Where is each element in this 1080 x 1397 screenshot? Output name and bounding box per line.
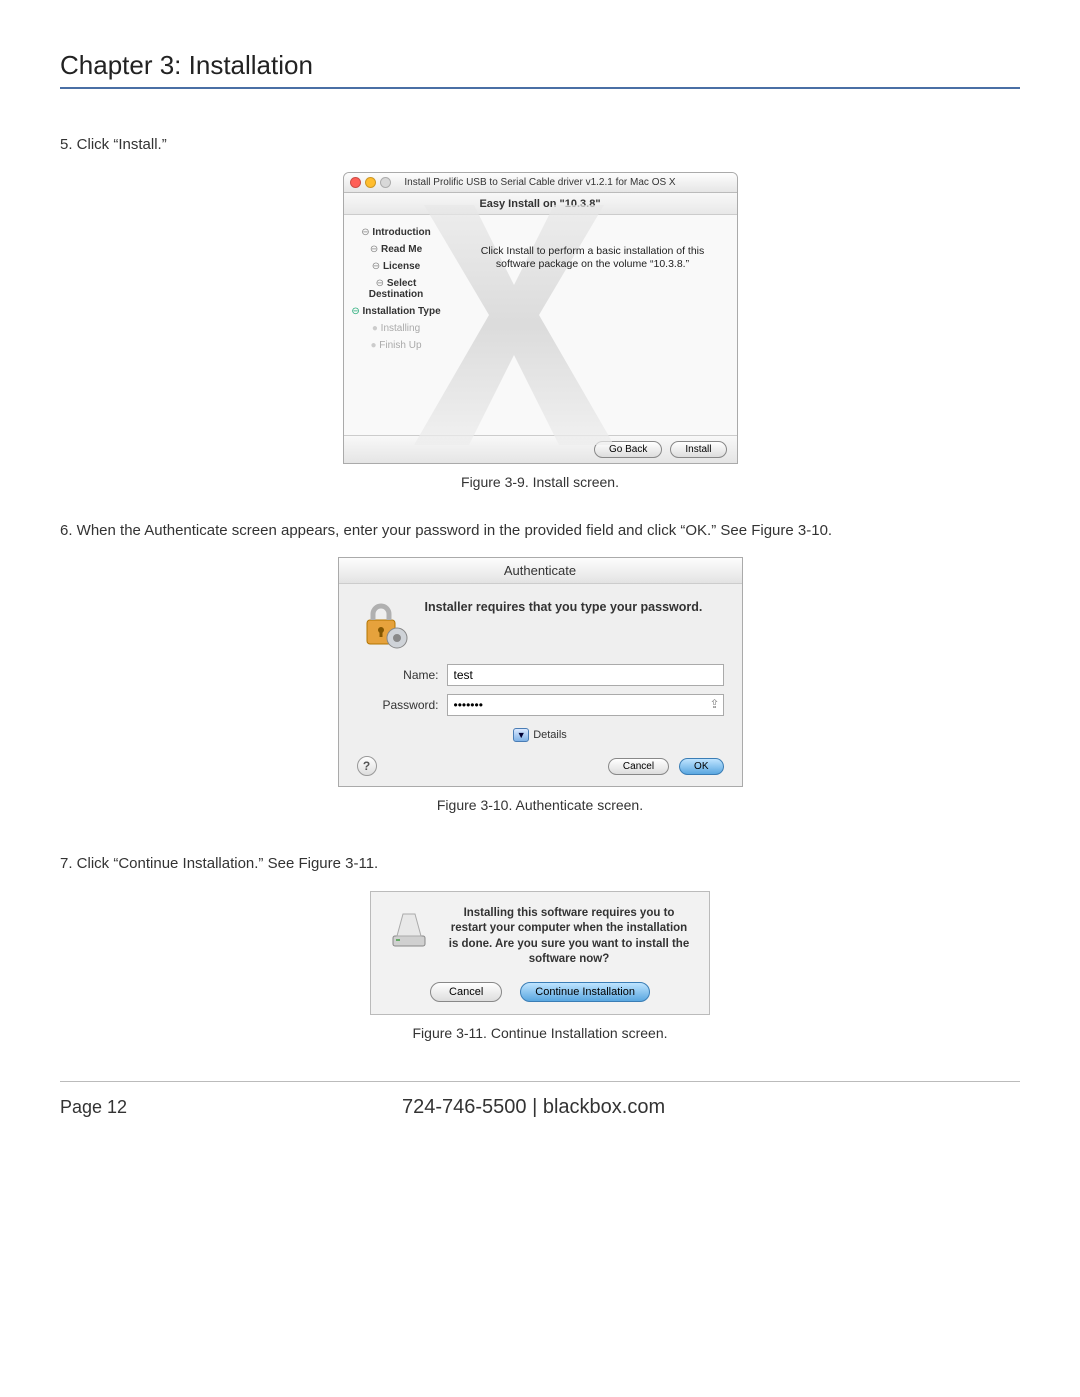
cancel-button[interactable]: Cancel <box>608 758 669 775</box>
step-introduction: Introduction <box>350 227 443 238</box>
page-number: Page 12 <box>60 1097 127 1118</box>
window-title: Install Prolific USB to Serial Cable dri… <box>350 177 731 188</box>
figure-3-10: Authenticate Installer requires that you… <box>60 557 1020 813</box>
continue-installation-message: Installing this software requires you to… <box>445 906 693 968</box>
footer-separator: | <box>527 1096 543 1118</box>
cancel-button[interactable]: Cancel <box>430 982 502 1002</box>
install-button[interactable]: Install <box>670 441 726 458</box>
window-titlebar: Install Prolific USB to Serial Cable dri… <box>344 173 737 193</box>
password-field[interactable] <box>447 694 724 716</box>
instruction-step-7: 7. Click “Continue Installation.” See Fi… <box>60 853 1020 876</box>
continue-installation-dialog: Installing this software requires you to… <box>370 891 710 1015</box>
figure-3-9: Install Prolific USB to Serial Cable dri… <box>60 172 1020 490</box>
authenticate-prompt: Installer requires that you type your pa… <box>425 600 703 614</box>
details-label: Details <box>533 729 567 741</box>
figure-3-11: Installing this software requires you to… <box>60 891 1020 1041</box>
ok-button[interactable]: OK <box>679 758 723 775</box>
step-installing: Installing <box>350 323 443 334</box>
details-toggle[interactable]: ▼ Details <box>513 728 567 742</box>
close-icon[interactable] <box>350 177 361 188</box>
caps-lock-icon: ⇪ <box>709 697 719 711</box>
chapter-title: Chapter 3: Installation <box>60 50 1020 89</box>
authenticate-dialog: Authenticate Installer requires that you… <box>338 557 743 787</box>
footer-phone: 724-746-5500 <box>402 1096 527 1118</box>
lock-icon <box>357 598 409 650</box>
step-license: License <box>350 261 443 272</box>
figure-3-11-caption: Figure 3-11. Continue Installation scree… <box>60 1025 1020 1041</box>
footer-website: blackbox.com <box>543 1096 665 1118</box>
install-window: Install Prolific USB to Serial Cable dri… <box>343 172 738 464</box>
install-steps-sidebar: Introduction Read Me License Select Dest… <box>344 215 449 435</box>
figure-3-10-caption: Figure 3-10. Authenticate screen. <box>60 797 1020 813</box>
name-field[interactable] <box>447 664 724 686</box>
minimize-icon[interactable] <box>365 177 376 188</box>
footer-rule <box>60 1081 1020 1082</box>
authenticate-title: Authenticate <box>339 558 742 584</box>
instruction-step-6: 6. When the Authenticate screen appears,… <box>60 520 1020 543</box>
page-footer: Page 12 724-746-5500 | blackbox.com <box>60 1096 1020 1119</box>
figure-3-9-caption: Figure 3-9. Install screen. <box>60 474 1020 490</box>
instruction-step-5: 5. Click “Install.” <box>60 134 1020 157</box>
zoom-icon[interactable] <box>380 177 391 188</box>
password-label: Password: <box>357 698 447 712</box>
disk-icon <box>387 906 431 950</box>
help-button[interactable]: ? <box>357 756 377 776</box>
step-installation-type: Installation Type <box>350 306 443 317</box>
disclosure-triangle-icon: ▼ <box>513 728 529 742</box>
step-read-me: Read Me <box>350 244 443 255</box>
step-select-destination: Select Destination <box>350 278 443 300</box>
continue-installation-button[interactable]: Continue Installation <box>520 982 650 1002</box>
step-finish-up: Finish Up <box>350 340 443 351</box>
name-label: Name: <box>357 668 447 682</box>
install-body-text: Click Install to perform a basic install… <box>449 215 737 435</box>
